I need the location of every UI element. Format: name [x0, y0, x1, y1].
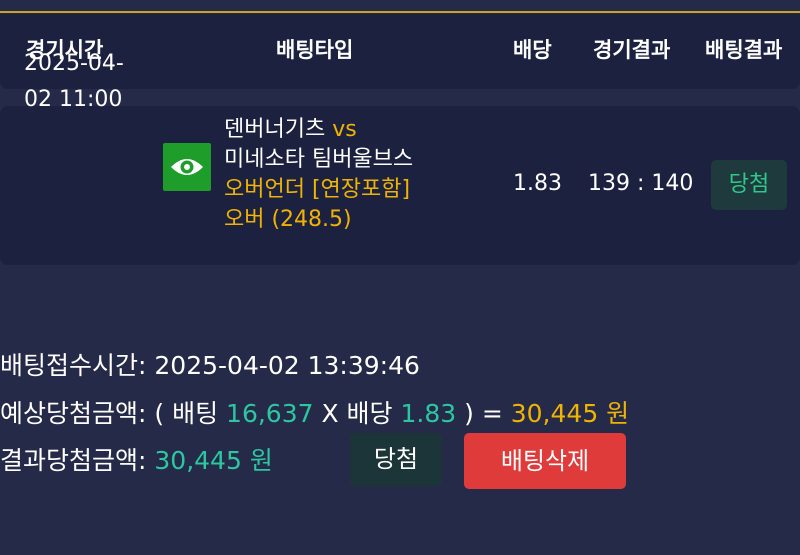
game-time-clock: 02 11:00	[24, 87, 123, 112]
eye-icon[interactable]	[163, 143, 211, 191]
received-time-value: 2025-04-02 13:39:46	[154, 351, 420, 380]
summary-odds: 1.83	[400, 399, 457, 428]
row-score: 139 : 140	[588, 171, 694, 196]
away-team: 미네소타 팀버울브스	[224, 147, 414, 172]
header-bet-result: 배팅결과	[705, 38, 783, 62]
game-time-date: 2025-04-	[24, 51, 124, 76]
win-status-button[interactable]: 당첨	[350, 433, 442, 486]
bet-pick: 오버 (248.5)	[224, 207, 352, 232]
top-accent-line	[0, 11, 800, 13]
actual-amount-line: 결과당첨금액: 30,445 원	[0, 446, 273, 475]
home-team: 덴버너기츠	[224, 117, 326, 142]
expected-amount-line: 예상당첨금액: ( 배팅 16,637 X 배당 1.83 ) = 30,445…	[0, 399, 630, 428]
expected-amount: 30,445 원	[510, 399, 630, 428]
game-time: 2025-04- 02 11:00	[24, 46, 134, 118]
expected-amount-label: 예상당첨금액	[0, 399, 139, 428]
expected-close: ) =	[464, 399, 503, 428]
vs-label: vs	[332, 117, 357, 142]
header-game-result: 경기결과	[593, 38, 671, 62]
actual-amount: 30,445 원	[154, 446, 273, 475]
bet-market: 오버언더 [연장포함]	[224, 177, 411, 202]
received-time-line: 배팅접수시간: 2025-04-02 13:39:46	[0, 351, 420, 380]
actual-amount-label: 결과당첨금액	[0, 446, 139, 475]
bet-detail: 덴버너기츠 vs 미네소타 팀버울브스 오버언더 [연장포함] 오버 (248.…	[224, 115, 413, 235]
expected-open: ( 배팅	[154, 399, 219, 428]
x-odds-label: X 배당	[321, 399, 393, 428]
received-time-label: 배팅접수시간	[0, 351, 139, 380]
delete-bet-button[interactable]: 배팅삭제	[464, 433, 626, 489]
bet-result-badge: 당첨	[711, 160, 787, 210]
stake-amount: 16,637	[226, 399, 314, 428]
header-bet-type: 배팅타입	[276, 38, 354, 62]
row-odds: 1.83	[513, 171, 562, 196]
header-odds: 배당	[513, 38, 552, 62]
